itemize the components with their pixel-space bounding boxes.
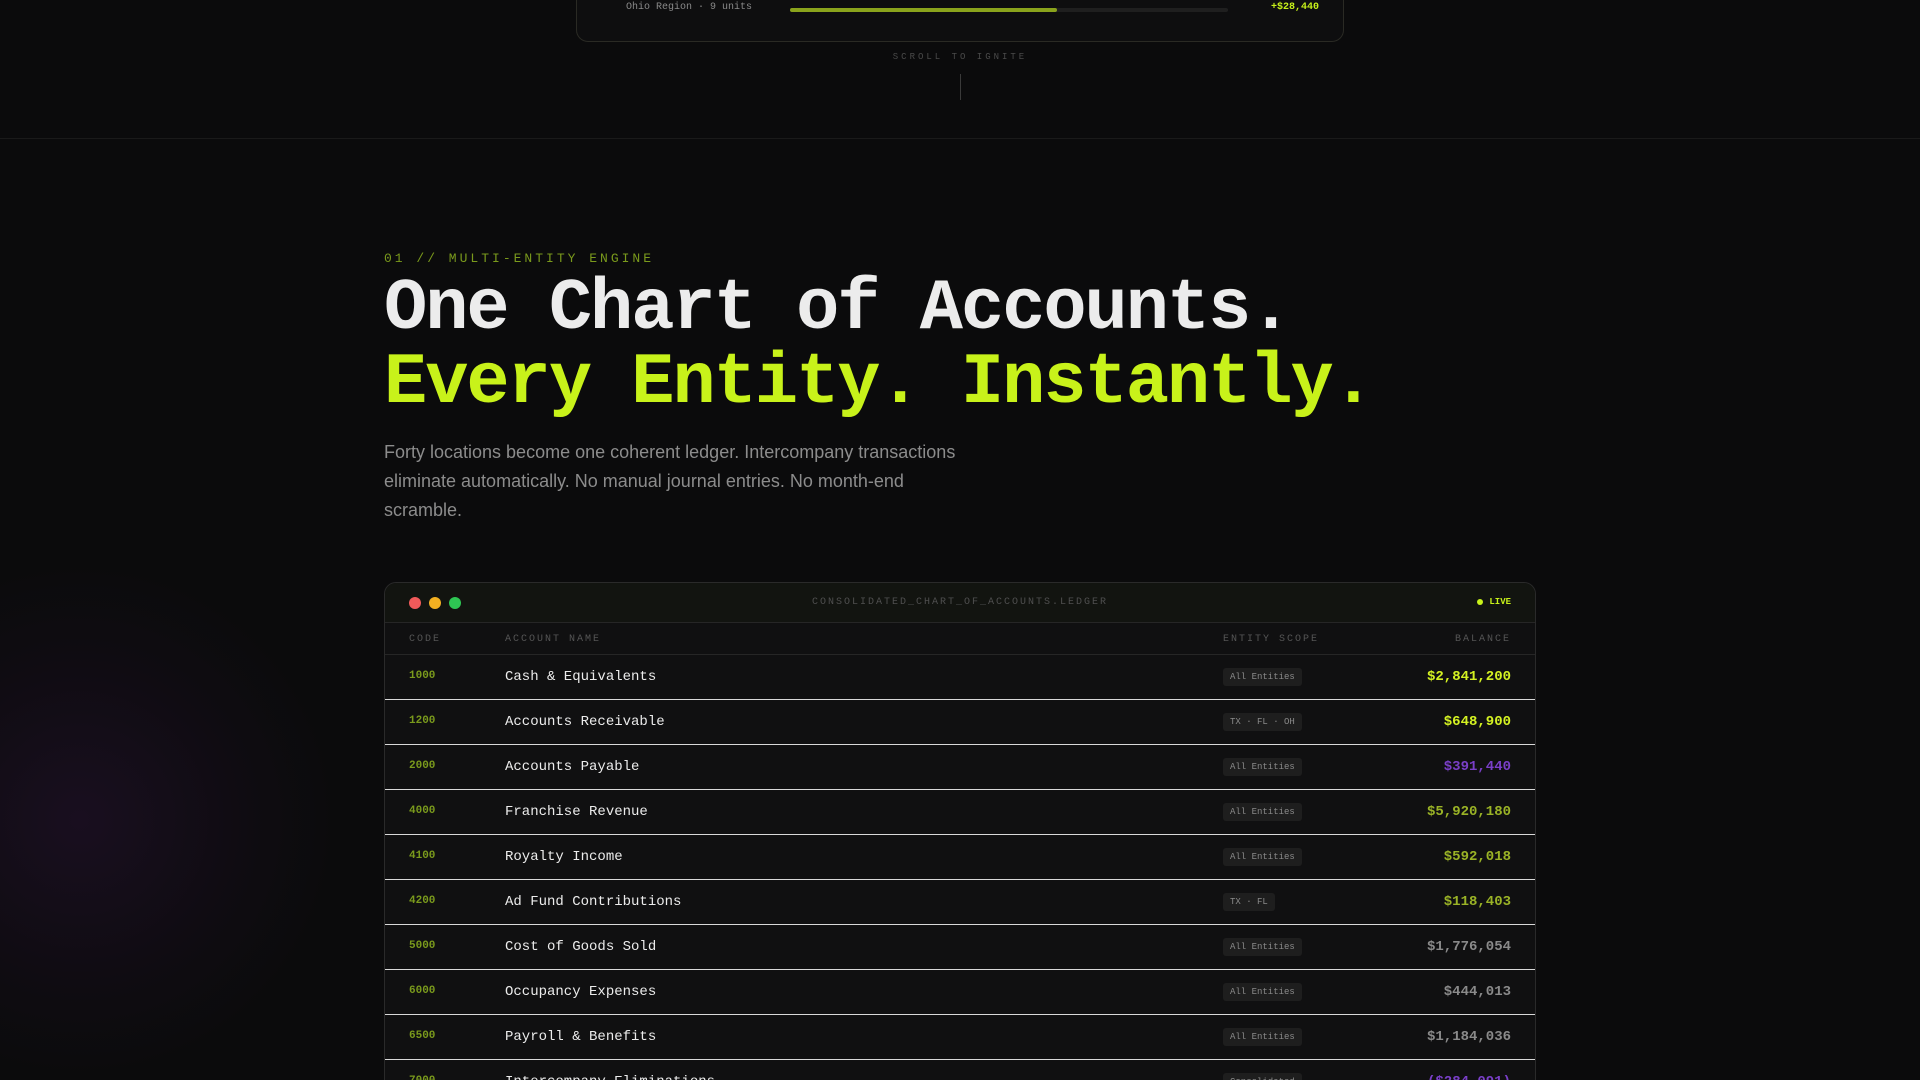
account-name: Cash & Equivalents <box>505 669 657 685</box>
entity-scope-badge: All Entities <box>1223 848 1302 866</box>
live-badge: LIVE <box>1477 597 1511 607</box>
account-name: Cost of Goods Sold <box>505 939 657 955</box>
account-name: Royalty Income <box>505 849 623 865</box>
account-balance: $2,841,200 <box>1426 669 1511 685</box>
account-balance: $118,403 <box>1443 894 1511 910</box>
ledger-column-headers: CODE ACCOUNT NAME ENTITY SCOPE BALANCE <box>385 623 1535 655</box>
table-row[interactable]: 6500 Payroll & Benefits All Entities $1,184… <box>385 1015 1535 1060</box>
account-balance: $5,920,180 <box>1426 804 1511 820</box>
account-balance: ($284,091) <box>1427 1074 1511 1080</box>
account-name: Occupancy Expenses <box>505 984 657 1000</box>
entity-scope-badge: All Entities <box>1223 668 1302 686</box>
section-headline: One Chart of Accounts. Every Entity. Ins… <box>384 268 1375 424</box>
account-name: Payroll & Benefits <box>505 1029 657 1045</box>
region-delta: +$28,440 <box>1270 2 1319 13</box>
account-code: 2000 <box>409 760 436 772</box>
live-label: LIVE <box>1489 597 1511 607</box>
account-code: 1000 <box>409 670 436 682</box>
account-code: 4100 <box>409 850 436 862</box>
table-row[interactable]: 1000 Cash & Equivalents All Entities $2,841… <box>385 655 1535 700</box>
region-progress-bar <box>790 8 1228 12</box>
account-name: Accounts Payable <box>505 759 640 775</box>
entity-scope-badge: Consolidated <box>1223 1073 1302 1080</box>
account-name: Intercompany Eliminations <box>505 1074 715 1080</box>
entity-scope-badge: TX · FL <box>1223 893 1275 911</box>
ledger-rows: 1000 Cash & Equivalents All Entities $2,841… <box>385 655 1535 1080</box>
section-lede: Forty locations become one coherent ledg… <box>384 442 956 520</box>
live-dot-icon <box>1477 599 1484 605</box>
entity-scope-badge: All Entities <box>1223 1028 1302 1046</box>
account-code: 4200 <box>409 895 436 907</box>
column-header-scope: ENTITY SCOPE <box>1223 634 1320 645</box>
column-header-code: CODE <box>409 634 442 645</box>
entity-scope-badge: All Entities <box>1223 758 1302 776</box>
account-code: 5000 <box>409 940 436 952</box>
section-divider <box>0 138 1920 139</box>
account-code: 1200 <box>409 715 436 727</box>
region-label: Ohio Region · 9 units <box>626 2 753 13</box>
table-row[interactable]: 4000 Franchise Revenue All Entities $5,920,… <box>385 790 1535 835</box>
account-name: Accounts Receivable <box>505 714 665 730</box>
background-glow <box>0 560 340 1080</box>
section-eyebrow: 01 // MULTI-ENTITY ENGINE <box>384 251 655 266</box>
entity-scope-badge: All Entities <box>1223 938 1302 956</box>
column-header-balance: BALANCE <box>1454 634 1511 645</box>
account-balance: $1,184,036 <box>1426 1029 1511 1045</box>
entity-scope-badge: All Entities <box>1223 803 1302 821</box>
account-code: 4000 <box>409 805 436 817</box>
account-balance: $1,776,054 <box>1426 939 1511 955</box>
scroll-indicator-line <box>960 74 961 100</box>
scroll-hint: SCROLL TO IGNITE <box>892 52 1028 62</box>
region-progress-fill <box>790 8 1058 12</box>
account-balance: $391,440 <box>1443 759 1511 775</box>
region-progress-card: Ohio Region · 9 units +$28,440 <box>576 0 1344 42</box>
account-balance: $592,018 <box>1443 849 1511 865</box>
table-row[interactable]: 4200 Ad Fund Contributions TX · FL $118,403 <box>385 880 1535 925</box>
account-balance: $648,900 <box>1443 714 1511 730</box>
entity-scope-badge: All Entities <box>1223 983 1302 1001</box>
ledger-window: CONSOLIDATED_CHART_OF_ACCOUNTS.LEDGER LI… <box>384 582 1536 1080</box>
table-row[interactable]: 7000 Intercompany Eliminations Consolidate… <box>385 1060 1535 1080</box>
account-code: 7000 <box>409 1075 435 1080</box>
table-row[interactable]: 5000 Cost of Goods Sold All Entities $1,776… <box>385 925 1535 970</box>
headline-line-1: One Chart of Accounts. <box>384 268 1293 350</box>
headline-line-2: Every Entity. Instantly. <box>384 342 1375 424</box>
column-header-name: ACCOUNT NAME <box>505 634 602 645</box>
account-balance: $444,013 <box>1443 984 1511 1000</box>
account-name: Ad Fund Contributions <box>505 894 682 910</box>
table-row[interactable]: 1200 Accounts Receivable TX · FL · OH $648,… <box>385 700 1535 745</box>
account-name: Franchise Revenue <box>505 804 648 820</box>
ledger-titlebar: CONSOLIDATED_CHART_OF_ACCOUNTS.LEDGER LI… <box>385 583 1535 623</box>
account-code: 6000 <box>409 985 436 997</box>
table-row[interactable]: 4100 Royalty Income All Entities $592,018 <box>385 835 1535 880</box>
table-row[interactable]: 2000 Accounts Payable All Entities $391,440 <box>385 745 1535 790</box>
table-row[interactable]: 6000 Occupancy Expenses All Entities $444,0… <box>385 970 1535 1015</box>
account-code: 6500 <box>409 1030 436 1042</box>
ledger-title: CONSOLIDATED_CHART_OF_ACCOUNTS.LEDGER <box>811 597 1109 608</box>
entity-scope-badge: TX · FL · OH <box>1223 713 1302 731</box>
page: Ohio Region · 9 units +$28,440 SCROLL TO… <box>0 0 1920 1080</box>
